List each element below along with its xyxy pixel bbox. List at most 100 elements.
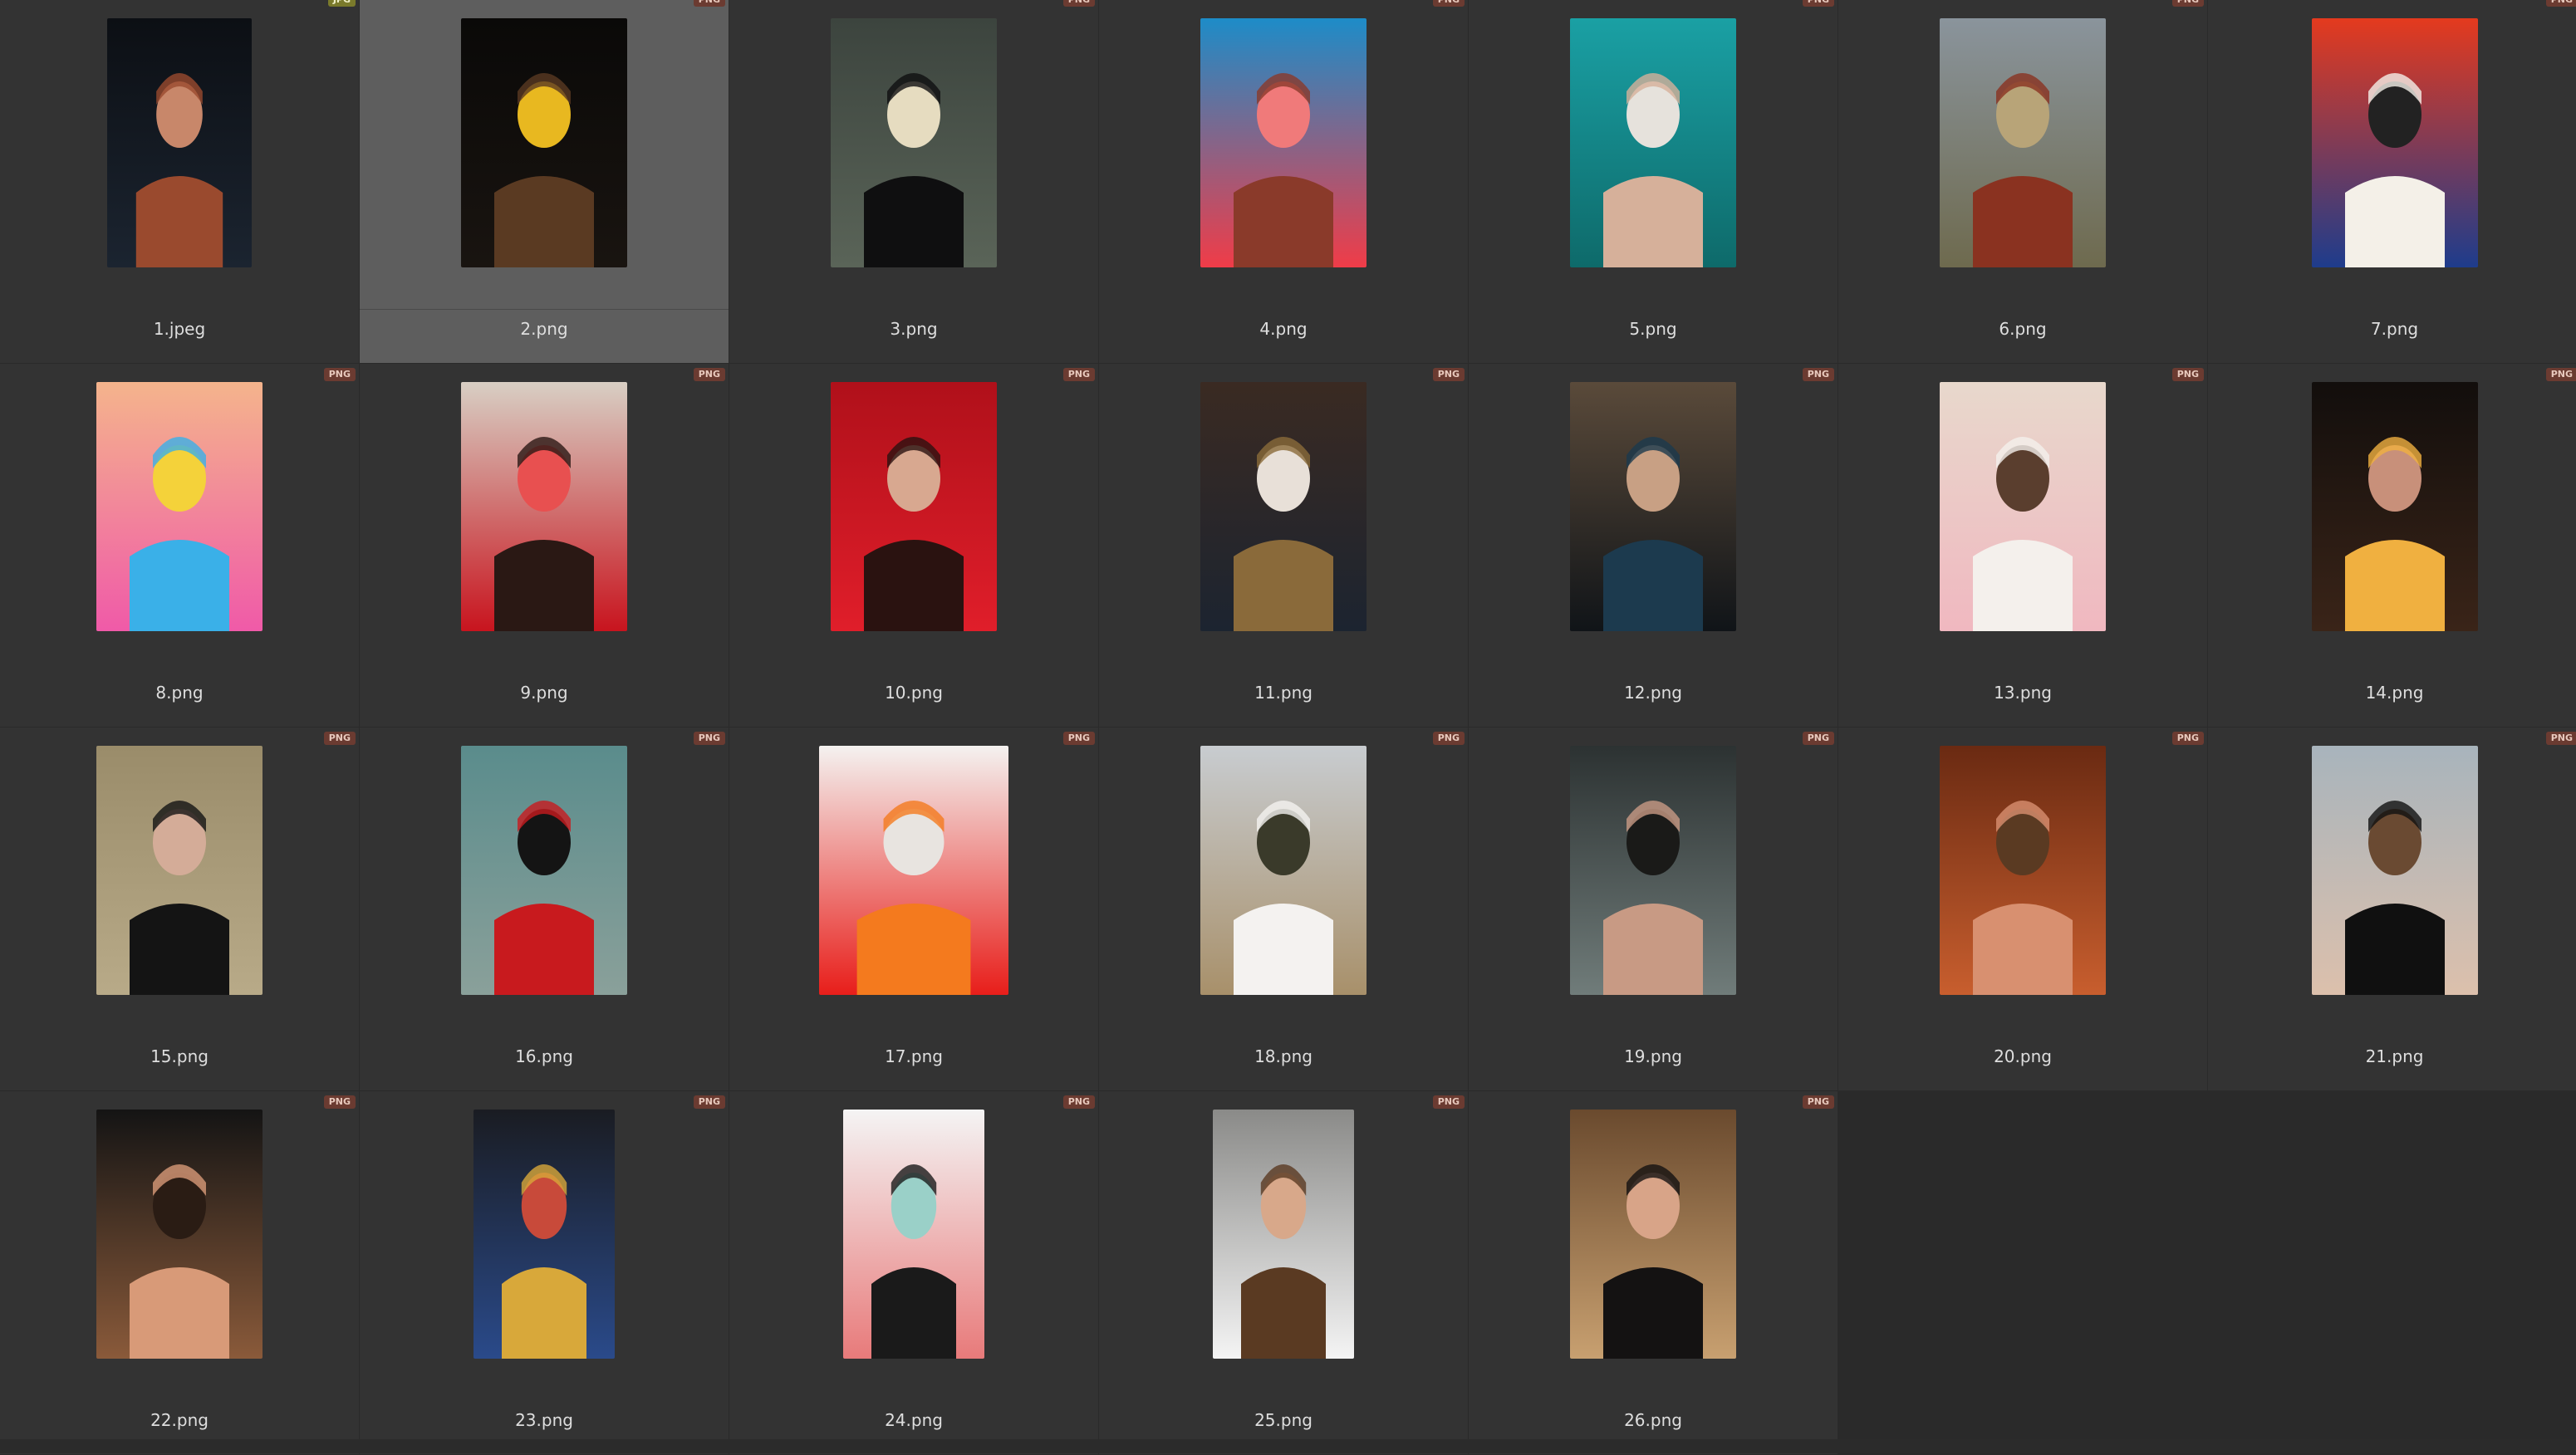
thumbnail-item[interactable]: PNG 11.png	[1099, 364, 1468, 728]
thumbnail-image	[461, 382, 627, 631]
thumbnail-item[interactable]: PNG 7.png	[2208, 0, 2576, 364]
thumbnail-filename: 2.png	[520, 319, 568, 339]
thumbnail-filename: 4.png	[1259, 319, 1308, 339]
thumbnail-filename: 1.jpeg	[153, 319, 206, 339]
thumbnail-filename: 6.png	[1999, 319, 2047, 339]
thumbnail-filename: 23.png	[515, 1410, 573, 1430]
thumbnail-filename: 19.png	[1624, 1046, 1682, 1066]
format-badge: PNG	[693, 1095, 725, 1109]
thumbnail-item[interactable]: PNG 8.png	[0, 364, 359, 728]
thumbnail-filename: 5.png	[1629, 319, 1677, 339]
format-badge: PNG	[2545, 732, 2576, 745]
thumbnail-filename: 12.png	[1624, 683, 1682, 703]
format-badge: JPG	[327, 0, 356, 7]
format-badge: PNG	[323, 1095, 356, 1109]
thumbnail-image	[1570, 746, 1736, 995]
format-badge: PNG	[323, 732, 356, 745]
status-bar	[0, 1439, 2576, 1453]
thumbnail-item[interactable]: PNG 6.png	[1838, 0, 2207, 364]
format-badge: PNG	[1062, 1095, 1095, 1109]
thumbnail-filename: 9.png	[520, 683, 568, 703]
thumbnail-filename: 11.png	[1254, 683, 1313, 703]
thumbnail-item[interactable]: PNG 18.png	[1099, 728, 1468, 1091]
thumbnail-filename: 8.png	[155, 683, 204, 703]
thumbnail-image	[1200, 18, 1367, 267]
thumbnail-item[interactable]: PNG 21.png	[2208, 728, 2576, 1091]
thumbnail-item[interactable]: PNG 26.png	[1469, 1091, 1838, 1455]
thumbnail-filename: 21.png	[2365, 1046, 2424, 1066]
format-badge: PNG	[1802, 368, 1834, 381]
thumbnail-image	[1570, 1110, 1736, 1359]
thumbnail-filename: 26.png	[1624, 1410, 1682, 1430]
thumbnail-item[interactable]: PNG 13.png	[1838, 364, 2207, 728]
format-badge: PNG	[1432, 0, 1465, 7]
thumbnail-image	[1940, 746, 2106, 995]
thumbnail-filename: 16.png	[515, 1046, 573, 1066]
thumbnail-item[interactable]: PNG 17.png	[729, 728, 1098, 1091]
thumbnail-image	[1570, 382, 1736, 631]
thumbnail-image	[96, 382, 263, 631]
thumbnail-image	[831, 18, 997, 267]
thumbnail-item[interactable]: PNG 22.png	[0, 1091, 359, 1455]
thumbnail-image	[461, 746, 627, 995]
thumbnail-filename: 22.png	[150, 1410, 209, 1430]
format-badge: PNG	[693, 368, 725, 381]
thumbnail-image	[473, 1110, 615, 1359]
format-badge: PNG	[2545, 368, 2576, 381]
format-badge: PNG	[1802, 732, 1834, 745]
format-badge: PNG	[1062, 0, 1095, 7]
thumbnail-filename: 15.png	[150, 1046, 209, 1066]
thumbnail-filename: 14.png	[2365, 683, 2424, 703]
format-badge: PNG	[1062, 368, 1095, 381]
format-badge: PNG	[1062, 732, 1095, 745]
format-badge: PNG	[1432, 368, 1465, 381]
format-badge: PNG	[1802, 0, 1834, 7]
thumbnail-filename: 18.png	[1254, 1046, 1313, 1066]
thumbnail-item[interactable]: PNG 4.png	[1099, 0, 1468, 364]
thumbnail-item[interactable]: PNG 16.png	[360, 728, 729, 1091]
thumbnail-item[interactable]: PNG 10.png	[729, 364, 1098, 728]
format-badge: PNG	[2171, 368, 2204, 381]
thumbnail-filename: 13.png	[1994, 683, 2052, 703]
format-badge: PNG	[323, 368, 356, 381]
thumbnail-filename: 3.png	[890, 319, 938, 339]
thumbnail-item[interactable]: PNG 15.png	[0, 728, 359, 1091]
thumbnail-image	[461, 18, 627, 267]
thumbnail-item[interactable]: JPG 1.jpeg	[0, 0, 359, 364]
thumbnail-image	[843, 1110, 984, 1359]
format-badge: PNG	[693, 0, 725, 7]
thumbnail-filename: 24.png	[885, 1410, 943, 1430]
thumbnail-item[interactable]: PNG 2.png	[360, 0, 729, 364]
thumbnail-item[interactable]: PNG 12.png	[1469, 364, 1838, 728]
format-badge: PNG	[1432, 732, 1465, 745]
format-badge: PNG	[2171, 0, 2204, 7]
thumbnail-filename: 7.png	[2370, 319, 2419, 339]
thumbnail-item[interactable]: PNG 24.png	[729, 1091, 1098, 1455]
thumbnail-image	[107, 18, 252, 267]
thumbnail-item[interactable]: PNG 5.png	[1469, 0, 1838, 364]
selection-divider	[360, 309, 729, 310]
format-badge: PNG	[1802, 1095, 1834, 1109]
thumbnail-image	[1940, 382, 2106, 631]
thumbnail-image	[2311, 18, 2478, 267]
thumbnail-image	[1200, 746, 1367, 995]
thumbnail-filename: 10.png	[885, 683, 943, 703]
thumbnail-image	[2311, 746, 2478, 995]
format-badge: PNG	[1432, 1095, 1465, 1109]
grid-empty-area	[1838, 1091, 2576, 1439]
thumbnail-image	[1200, 382, 1367, 631]
thumbnail-item[interactable]: PNG 23.png	[360, 1091, 729, 1455]
thumbnail-image	[96, 746, 263, 995]
format-badge: PNG	[2545, 0, 2576, 7]
thumbnail-item[interactable]: PNG 19.png	[1469, 728, 1838, 1091]
thumbnail-item[interactable]: PNG 25.png	[1099, 1091, 1468, 1455]
thumbnail-image	[1940, 18, 2106, 267]
thumbnail-image	[1570, 18, 1736, 267]
thumbnail-image	[1213, 1110, 1354, 1359]
thumbnail-filename: 20.png	[1994, 1046, 2052, 1066]
thumbnail-item[interactable]: PNG 14.png	[2208, 364, 2576, 728]
thumbnail-item[interactable]: PNG 20.png	[1838, 728, 2207, 1091]
thumbnail-item[interactable]: PNG 3.png	[729, 0, 1098, 364]
thumbnail-item[interactable]: PNG 9.png	[360, 364, 729, 728]
thumbnail-filename: 17.png	[885, 1046, 943, 1066]
